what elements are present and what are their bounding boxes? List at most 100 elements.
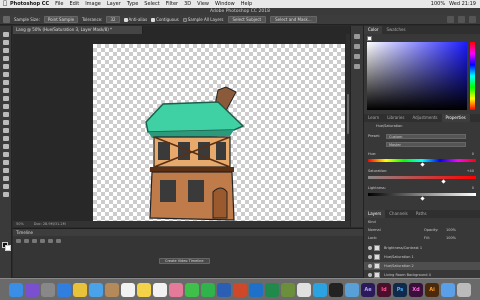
eye-icon[interactable]: [368, 255, 372, 259]
tab-paths[interactable]: Paths: [412, 210, 431, 218]
tab-libraries[interactable]: Libraries: [383, 114, 408, 122]
hue-knob[interactable]: [420, 162, 425, 167]
paragraph-icon[interactable]: [354, 64, 360, 69]
preview-icon[interactable]: [345, 282, 359, 297]
opacity-value[interactable]: 100%: [446, 228, 456, 232]
app-menu[interactable]: Photoshop CC: [10, 0, 49, 8]
canvas[interactable]: [93, 44, 345, 222]
preset-select[interactable]: Custom: [386, 134, 466, 139]
next-frame-icon[interactable]: [40, 239, 45, 243]
folder-icon[interactable]: [441, 282, 455, 297]
tab-properties[interactable]: Properties: [441, 114, 470, 122]
scroll-thumb[interactable]: [347, 94, 349, 134]
terminal-icon[interactable]: [329, 282, 343, 297]
prev-frame-icon[interactable]: [24, 239, 29, 243]
tab-learn[interactable]: Learn: [364, 114, 383, 122]
layer-filter-kind[interactable]: Kind: [368, 220, 376, 224]
minecraft-icon[interactable]: [281, 282, 295, 297]
facetime-icon[interactable]: [201, 282, 215, 297]
move-tool-icon[interactable]: [3, 32, 9, 37]
dodge-tool-icon[interactable]: [3, 136, 9, 141]
lightness-value[interactable]: 0: [472, 186, 474, 190]
more-tools-icon[interactable]: [3, 192, 9, 197]
saturation-knob[interactable]: [441, 179, 446, 184]
tab-adjustments[interactable]: Adjustments: [408, 114, 441, 122]
photoshop-icon[interactable]: Ps: [393, 282, 407, 297]
eye-icon[interactable]: [368, 246, 372, 250]
share-icon[interactable]: [469, 16, 476, 23]
illustrator-icon[interactable]: Ai: [425, 282, 439, 297]
select-subject-button[interactable]: Select Subject: [227, 16, 267, 23]
mail-icon[interactable]: [89, 282, 103, 297]
layer-row[interactable]: Hue/Saturation 1: [364, 253, 480, 261]
saturation-track[interactable]: [368, 176, 476, 179]
eye-icon[interactable]: [368, 264, 372, 268]
lightness-knob[interactable]: [420, 196, 425, 201]
excel-icon[interactable]: [265, 282, 279, 297]
notes-icon[interactable]: [137, 282, 151, 297]
play-icon[interactable]: [32, 239, 37, 243]
indesign-icon[interactable]: Id: [377, 282, 391, 297]
after-effects-icon[interactable]: Ae: [361, 282, 375, 297]
history-brush-icon[interactable]: [3, 104, 9, 109]
saturation-value[interactable]: +40: [467, 169, 474, 173]
powerpoint-icon[interactable]: [233, 282, 247, 297]
menu-layer[interactable]: Layer: [107, 0, 121, 8]
blur-tool-icon[interactable]: [3, 128, 9, 133]
safari-icon[interactable]: [57, 282, 71, 297]
menu-select[interactable]: Select: [144, 0, 159, 8]
magic-wand-tool-icon[interactable]: [3, 16, 10, 23]
gradient-tool-icon[interactable]: [3, 120, 9, 125]
create-video-timeline-button[interactable]: Create Video Timeline: [159, 258, 210, 264]
tab-swatches[interactable]: Swatches: [382, 26, 409, 34]
menu-view[interactable]: View: [197, 0, 209, 8]
first-frame-icon[interactable]: [16, 239, 21, 243]
menu-window[interactable]: Window: [215, 0, 235, 8]
magic-wand-icon[interactable]: [3, 56, 9, 61]
calendar-icon[interactable]: [121, 282, 135, 297]
eye-icon[interactable]: [368, 273, 372, 277]
brush-settings-icon[interactable]: [354, 44, 360, 49]
reminders-icon[interactable]: [153, 282, 167, 297]
eyedropper-tool-icon[interactable]: [3, 72, 9, 77]
battery-label[interactable]: 100%: [431, 0, 445, 8]
document-tab[interactable]: Lang @ 50% (Hue/Saturation 3, Layer Mask…: [13, 26, 143, 34]
music-icon[interactable]: [297, 282, 311, 297]
color-field[interactable]: [367, 42, 467, 110]
anti-alias-checkbox[interactable]: Anti-alias: [123, 17, 147, 22]
hand-tool-icon[interactable]: [3, 176, 9, 181]
layer-row-selected[interactable]: Hue/Saturation 2: [364, 262, 480, 270]
character-icon[interactable]: [354, 54, 360, 59]
settings-icon[interactable]: [56, 239, 61, 243]
tolerance-input[interactable]: 32: [106, 16, 120, 23]
type-tool-icon[interactable]: [3, 152, 9, 157]
tab-layers[interactable]: Layers: [364, 210, 386, 218]
contiguous-checkbox[interactable]: Contiguous: [151, 17, 179, 22]
channel-select[interactable]: Master: [386, 142, 466, 147]
hue-slider[interactable]: [470, 42, 475, 110]
crop-tool-icon[interactable]: [3, 64, 9, 69]
word-icon[interactable]: [217, 282, 231, 297]
menu-edit[interactable]: Edit: [70, 0, 80, 8]
fill-value[interactable]: 100%: [446, 236, 456, 240]
background-color-swatch[interactable]: [5, 245, 11, 251]
audio-icon[interactable]: [48, 239, 53, 243]
trash-icon[interactable]: [457, 282, 471, 297]
hue-value[interactable]: 0: [472, 152, 474, 156]
history-icon[interactable]: [354, 34, 360, 39]
menu-filter[interactable]: Filter: [166, 0, 178, 8]
messages-icon[interactable]: [185, 282, 199, 297]
skype-icon[interactable]: [313, 282, 327, 297]
chrome-icon[interactable]: [73, 282, 87, 297]
siri-icon[interactable]: [25, 282, 39, 297]
tab-channels[interactable]: Channels: [385, 210, 412, 218]
zoom-tool-icon[interactable]: [3, 184, 9, 189]
clock[interactable]: Wed 21:19: [449, 0, 476, 8]
path-select-icon[interactable]: [3, 160, 9, 165]
brush-tool-icon[interactable]: [3, 88, 9, 93]
menu-type[interactable]: Type: [127, 0, 138, 8]
contacts-icon[interactable]: [105, 282, 119, 297]
menu-help[interactable]: Help: [241, 0, 252, 8]
search-icon[interactable]: [447, 16, 454, 23]
finder-icon[interactable]: [9, 282, 23, 297]
